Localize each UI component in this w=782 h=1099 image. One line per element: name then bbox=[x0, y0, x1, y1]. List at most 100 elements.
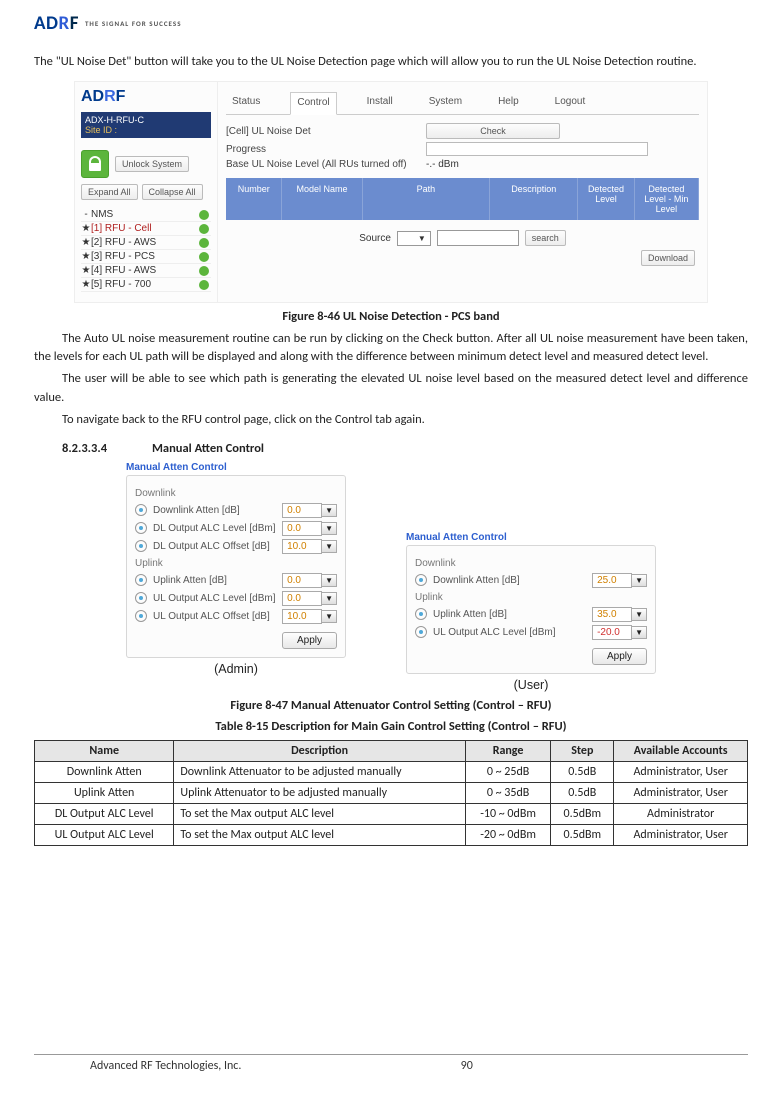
cell-range: 0 ~ 35dB bbox=[465, 782, 551, 803]
intro-paragraph: The "UL Noise Det" button will take you … bbox=[34, 53, 748, 71]
ul-alc-level-label-user: UL Output ALC Level [dBm] bbox=[433, 627, 592, 638]
th-step: Step bbox=[551, 740, 614, 761]
tree-rfu2[interactable]: [2] RFU - AWS bbox=[91, 237, 199, 248]
shot1-siteid: Site ID : bbox=[85, 125, 207, 135]
dl-alc-level-value[interactable]: 0.0 bbox=[282, 521, 322, 536]
tree-rfu4[interactable]: [4] RFU - AWS bbox=[91, 265, 199, 276]
radio-icon[interactable] bbox=[415, 574, 427, 586]
figure-8-46-caption: Figure 8-46 UL Noise Detection - PCS ban… bbox=[34, 309, 748, 324]
dl-alc-offset-value[interactable]: 10.0 bbox=[282, 539, 322, 554]
radio-icon[interactable] bbox=[415, 626, 427, 638]
tab-logout[interactable]: Logout bbox=[549, 92, 592, 114]
expand-all-button[interactable]: Expand All bbox=[81, 184, 138, 200]
chevron-down-icon[interactable]: ▼ bbox=[322, 504, 337, 517]
cell-step: 0.5dB bbox=[551, 761, 614, 782]
gain-control-table: Name Description Range Step Available Ac… bbox=[34, 740, 748, 846]
ul-alc-level-value[interactable]: 0.0 bbox=[282, 591, 322, 606]
cell-range: 0 ~ 25dB bbox=[465, 761, 551, 782]
table-row: DL Output ALC Level To set the Max outpu… bbox=[35, 803, 748, 824]
source-search-input[interactable] bbox=[437, 230, 519, 246]
radio-icon[interactable] bbox=[415, 608, 427, 620]
atten-downlink-label: Downlink bbox=[135, 488, 337, 499]
col-number: Number bbox=[226, 178, 282, 220]
download-button[interactable]: Download bbox=[641, 250, 695, 266]
chevron-down-icon[interactable]: ▼ bbox=[322, 610, 337, 623]
status-dot-icon bbox=[199, 266, 209, 276]
paragraph-user-path: The user will be able to see which path … bbox=[34, 370, 748, 406]
ul-atten-value[interactable]: 0.0 bbox=[282, 573, 322, 588]
atten-title-user: Manual Atten Control bbox=[406, 532, 656, 543]
atten-uplink-label: Uplink bbox=[135, 558, 337, 569]
th-accounts: Available Accounts bbox=[614, 740, 748, 761]
chevron-down-icon[interactable]: ▼ bbox=[322, 592, 337, 605]
tab-status[interactable]: Status bbox=[226, 92, 266, 114]
figure-8-47-caption: Figure 8-47 Manual Attenuator Control Se… bbox=[34, 698, 748, 713]
chevron-down-icon[interactable]: ▼ bbox=[632, 626, 647, 639]
chevron-down-icon[interactable]: ▼ bbox=[322, 574, 337, 587]
base-noise-value: -.- dBm bbox=[426, 159, 566, 170]
tree-rfu1[interactable]: [1] RFU - Cell bbox=[91, 223, 199, 234]
tab-install[interactable]: Install bbox=[361, 92, 399, 114]
ul-noise-detection-screenshot: ADRF ADX-H-RFU-C Site ID : Unlock System… bbox=[74, 81, 708, 303]
radio-icon[interactable] bbox=[135, 504, 147, 516]
cell-step: 0.5dBm bbox=[551, 803, 614, 824]
col-desc: Description bbox=[490, 178, 578, 220]
th-range: Range bbox=[465, 740, 551, 761]
search-button[interactable]: search bbox=[525, 230, 566, 246]
check-button[interactable]: Check bbox=[426, 123, 560, 139]
source-select[interactable]: ▼ bbox=[397, 231, 431, 246]
unlock-system-button[interactable]: Unlock System bbox=[115, 156, 189, 172]
dl-atten-label: Downlink Atten [dB] bbox=[153, 505, 282, 516]
ul-alc-level-label: UL Output ALC Level [dBm] bbox=[153, 593, 282, 604]
radio-icon[interactable] bbox=[135, 592, 147, 604]
ul-alc-offset-value[interactable]: 10.0 bbox=[282, 609, 322, 624]
atten-panel-admin: Manual Atten Control Downlink Downlink A… bbox=[126, 462, 346, 692]
cell-desc: Downlink Attenuator to be adjusted manua… bbox=[174, 761, 465, 782]
atten-downlink-label-user: Downlink bbox=[415, 558, 647, 569]
chevron-down-icon[interactable]: ▼ bbox=[632, 574, 647, 587]
tree-root[interactable]: NMS bbox=[91, 209, 199, 220]
cell-range: -20 ~ 0dBm bbox=[465, 824, 551, 845]
th-name: Name bbox=[35, 740, 174, 761]
col-path: Path bbox=[363, 178, 491, 220]
chevron-down-icon[interactable]: ▼ bbox=[632, 608, 647, 621]
status-dot-icon bbox=[199, 224, 209, 234]
ul-alc-level-value-user[interactable]: -20.0 bbox=[592, 625, 632, 640]
ul-atten-label-user: Uplink Atten [dB] bbox=[433, 609, 592, 620]
tab-system[interactable]: System bbox=[423, 92, 468, 114]
tab-help[interactable]: Help bbox=[492, 92, 525, 114]
table-row: Uplink Atten Uplink Attenuator to be adj… bbox=[35, 782, 748, 803]
collapse-all-button[interactable]: Collapse All bbox=[142, 184, 203, 200]
apply-button-user[interactable]: Apply bbox=[592, 648, 647, 665]
chevron-down-icon[interactable]: ▼ bbox=[322, 522, 337, 535]
ul-atten-value-user[interactable]: 35.0 bbox=[592, 607, 632, 622]
dl-atten-value-user[interactable]: 25.0 bbox=[592, 573, 632, 588]
radio-icon[interactable] bbox=[135, 610, 147, 622]
footer-company: Advanced RF Technologies, Inc. bbox=[90, 1059, 241, 1073]
chevron-down-icon: ▼ bbox=[418, 234, 426, 243]
tree-rfu5[interactable]: [5] RFU - 700 bbox=[91, 279, 199, 290]
dl-atten-value[interactable]: 0.0 bbox=[282, 503, 322, 518]
radio-icon[interactable] bbox=[135, 540, 147, 552]
radio-icon[interactable] bbox=[135, 522, 147, 534]
atten-panel-user: Manual Atten Control Downlink Downlink A… bbox=[406, 462, 656, 692]
progress-bar bbox=[426, 142, 648, 156]
cell-desc: To set the Max output ALC level bbox=[174, 824, 465, 845]
cell-step: 0.5dB bbox=[551, 782, 614, 803]
paragraph-navigate-back: To navigate back to the RFU control page… bbox=[34, 411, 748, 429]
cell-acc: Administrator bbox=[614, 803, 748, 824]
status-dot-icon bbox=[199, 252, 209, 262]
radio-icon[interactable] bbox=[135, 574, 147, 586]
apply-button-admin[interactable]: Apply bbox=[282, 632, 337, 649]
device-tree: -NMS ★[1] RFU - Cell ★[2] RFU - AWS ★[3]… bbox=[81, 208, 211, 292]
shot1-model: ADX-H-RFU-C bbox=[85, 115, 207, 125]
logo-tagline: THE SIGNAL FOR SUCCESS bbox=[85, 19, 182, 28]
chevron-down-icon[interactable]: ▼ bbox=[322, 540, 337, 553]
tree-rfu3[interactable]: [3] RFU - PCS bbox=[91, 251, 199, 262]
section-number: 8.2.3.3.4 bbox=[62, 441, 152, 456]
table-row: UL Output ALC Level To set the Max outpu… bbox=[35, 824, 748, 845]
cell-range: -10 ~ 0dBm bbox=[465, 803, 551, 824]
tab-control[interactable]: Control bbox=[290, 92, 336, 115]
page-footer: Advanced RF Technologies, Inc. 90 bbox=[34, 1054, 748, 1073]
col-diff-level: Detected Level - Min Level bbox=[635, 178, 699, 220]
